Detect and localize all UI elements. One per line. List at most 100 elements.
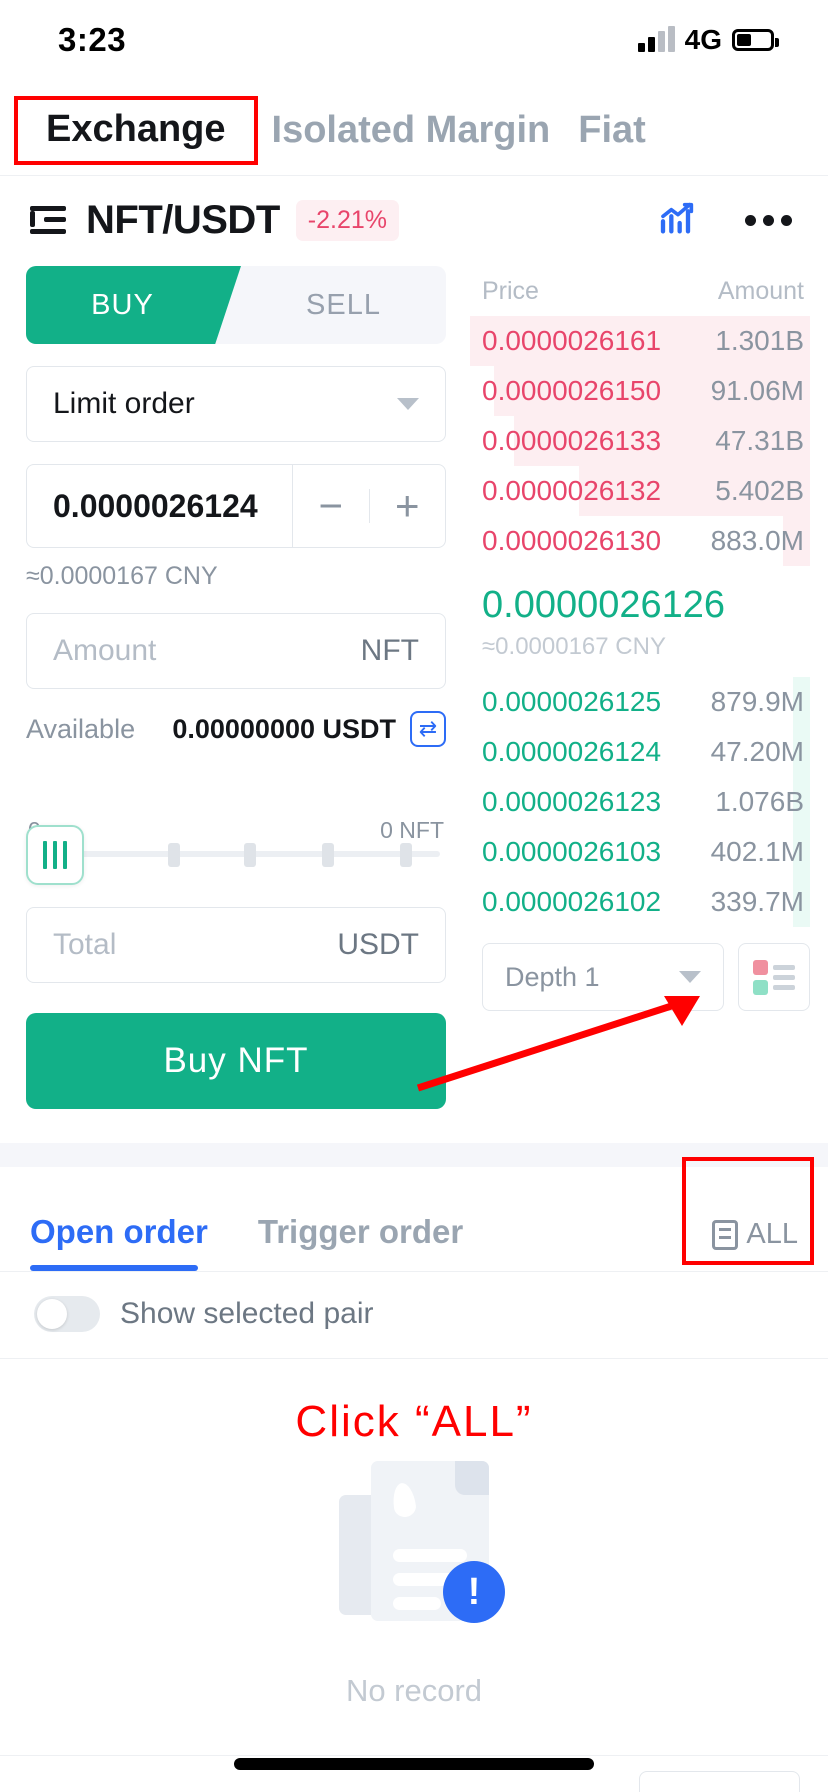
all-button-highlight	[682, 1157, 814, 1265]
status-indicators: 4G	[637, 24, 779, 56]
slider-tick-25	[168, 843, 180, 867]
order-book-header: Price Amount	[470, 262, 810, 316]
chevron-down-icon	[679, 971, 701, 983]
slider-labels: 0 0 NFT	[26, 817, 446, 844]
ask-row[interactable]: 0.0000026130 883.0M	[470, 516, 810, 566]
order-amount: 402.1M	[710, 836, 804, 867]
buy-sell-switch: BUY SELL	[26, 266, 446, 344]
order-price: 0.0000026132	[482, 475, 662, 506]
order-price: 0.0000026124	[482, 736, 662, 767]
tab-open-order[interactable]: Open order	[30, 1213, 208, 1271]
ask-row[interactable]: 0.0000026150 91.06M	[470, 366, 810, 416]
order-amount: 47.31B	[715, 425, 804, 456]
amount-placeholder: Amount	[53, 634, 157, 667]
sell-tab[interactable]: SELL	[215, 266, 446, 344]
buy-tab[interactable]: BUY	[26, 266, 241, 344]
tab-trigger-order[interactable]: Trigger order	[258, 1213, 463, 1271]
order-price: 0.0000026150	[482, 375, 662, 406]
show-selected-pair-toggle[interactable]	[34, 1296, 100, 1332]
order-price: 0.0000026161	[482, 325, 662, 356]
more-dots-icon[interactable]	[745, 214, 792, 226]
list-icon[interactable]	[30, 205, 66, 235]
available-label: Available	[26, 713, 136, 744]
tab-fiat[interactable]: Fiat	[564, 109, 660, 152]
orderbook-layout-icon[interactable]	[738, 943, 810, 1011]
order-book-col-amount: Amount	[717, 276, 804, 305]
depth-select[interactable]: Depth 1	[482, 943, 724, 1011]
order-book-col-price: Price	[482, 276, 539, 305]
doc-text-line	[393, 1597, 441, 1610]
empty-state-text: No record	[345, 1673, 483, 1708]
price-input[interactable]: 0.0000026124	[26, 464, 292, 548]
order-amount: 91.06M	[710, 375, 804, 406]
annotation-text: Click “ALL”	[295, 1397, 533, 1446]
price-stepper-row: 0.0000026124 − +	[26, 464, 446, 548]
available-row: Available 0.00000000 USDT ⇄	[26, 707, 446, 751]
exclamation-badge-icon: !	[443, 1561, 505, 1623]
show-selected-pair-row[interactable]: Show selected pair	[0, 1272, 828, 1358]
amount-unit: NFT	[360, 634, 419, 667]
slider-handle[interactable]	[26, 825, 84, 885]
bid-row[interactable]: 0.0000026123 1.076B	[470, 777, 810, 827]
mid-price-approx: ≈0.0000167 CNY	[482, 633, 666, 660]
order-price: 0.0000026102	[482, 886, 662, 917]
trend-chart-icon[interactable]	[657, 198, 699, 243]
bid-row[interactable]: 0.0000026124 47.20M	[470, 727, 810, 777]
unfold-label: Unfold	[662, 1788, 743, 1792]
ask-rows: 0.0000026161 1.301B 0.0000026150 91.06M 0.00…	[470, 316, 810, 566]
order-form: BUY SELL Limit order 0.0000026124 − + ≈0…	[0, 262, 470, 1109]
divider	[0, 1358, 828, 1359]
order-book-footer: Depth 1	[470, 943, 810, 1011]
trade-main: BUY SELL Limit order 0.0000026124 − + ≈0…	[0, 254, 828, 1109]
unfold-button[interactable]: Unfold	[639, 1770, 800, 1792]
tab-exchange[interactable]: Exchange	[32, 108, 240, 151]
home-indicator	[234, 1758, 594, 1770]
price-decrement-button[interactable]: −	[293, 482, 369, 530]
chart-title: NFT/USDT Chart	[28, 1786, 265, 1792]
swap-arrows-icon[interactable]: ⇄	[410, 711, 446, 747]
slider-track	[44, 851, 440, 857]
ask-row[interactable]: 0.0000026132 5.402B	[470, 466, 810, 516]
empty-state: ! No record	[0, 1461, 828, 1709]
bid-row[interactable]: 0.0000026102 339.7M	[470, 877, 810, 927]
pair-actions	[657, 198, 798, 243]
show-selected-pair-label: Show selected pair	[120, 1297, 374, 1330]
ask-row[interactable]: 0.0000026161 1.301B	[470, 316, 810, 366]
price-value: 0.0000026124	[53, 487, 258, 524]
price-stepper: − +	[292, 464, 446, 548]
page-title[interactable]: NFT/USDT	[86, 198, 280, 243]
pair-header: NFT/USDT -2.21%	[0, 176, 828, 254]
submit-buy-button[interactable]: Buy NFT	[26, 1013, 446, 1109]
tab-isolated-margin[interactable]: Isolated Margin	[258, 109, 565, 152]
order-amount: 883.0M	[710, 525, 804, 556]
order-book: Price Amount 0.0000026161 1.301B 0.0000026…	[470, 262, 828, 1109]
battery-icon	[732, 29, 779, 51]
slider-tick-50	[244, 843, 256, 867]
order-price: 0.0000026125	[482, 686, 662, 717]
bid-rows: 0.0000026125 879.9M 0.0000026124 47.20M 0.00…	[470, 677, 810, 927]
doc-text-line	[393, 1549, 467, 1562]
amount-slider[interactable]: 0 0 NFT	[26, 817, 446, 903]
bid-row[interactable]: 0.0000026125 879.9M	[470, 677, 810, 727]
app-screen: 3:23 4G Exchange Isolated Margin Fiat NF…	[0, 0, 828, 1792]
price-increment-button[interactable]: +	[370, 482, 446, 530]
empty-document-icon: !	[339, 1461, 505, 1631]
slider-max-label: 0 NFT	[380, 817, 444, 843]
mid-price: 0.0000026126	[482, 584, 726, 626]
total-input[interactable]: Total USDT	[26, 907, 446, 983]
doc-fold-corner	[455, 1461, 489, 1495]
order-amount: 47.20M	[710, 736, 804, 767]
status-bar: 3:23 4G	[0, 0, 828, 80]
order-price: 0.0000026123	[482, 786, 662, 817]
order-type-select[interactable]: Limit order	[26, 366, 446, 442]
flame-mark-icon	[390, 1481, 418, 1519]
slider-tick-100	[400, 843, 412, 867]
slider-tick-75	[322, 843, 334, 867]
exchange-tab-highlight: Exchange	[14, 96, 258, 165]
ask-row[interactable]: 0.0000026133 47.31B	[470, 416, 810, 466]
top-tabs: Exchange Isolated Margin Fiat	[0, 80, 828, 176]
amount-input[interactable]: Amount NFT	[26, 613, 446, 689]
order-amount: 1.076B	[715, 786, 804, 817]
bid-row[interactable]: 0.0000026103 402.1M	[470, 827, 810, 877]
order-type-value: Limit order	[53, 387, 195, 420]
